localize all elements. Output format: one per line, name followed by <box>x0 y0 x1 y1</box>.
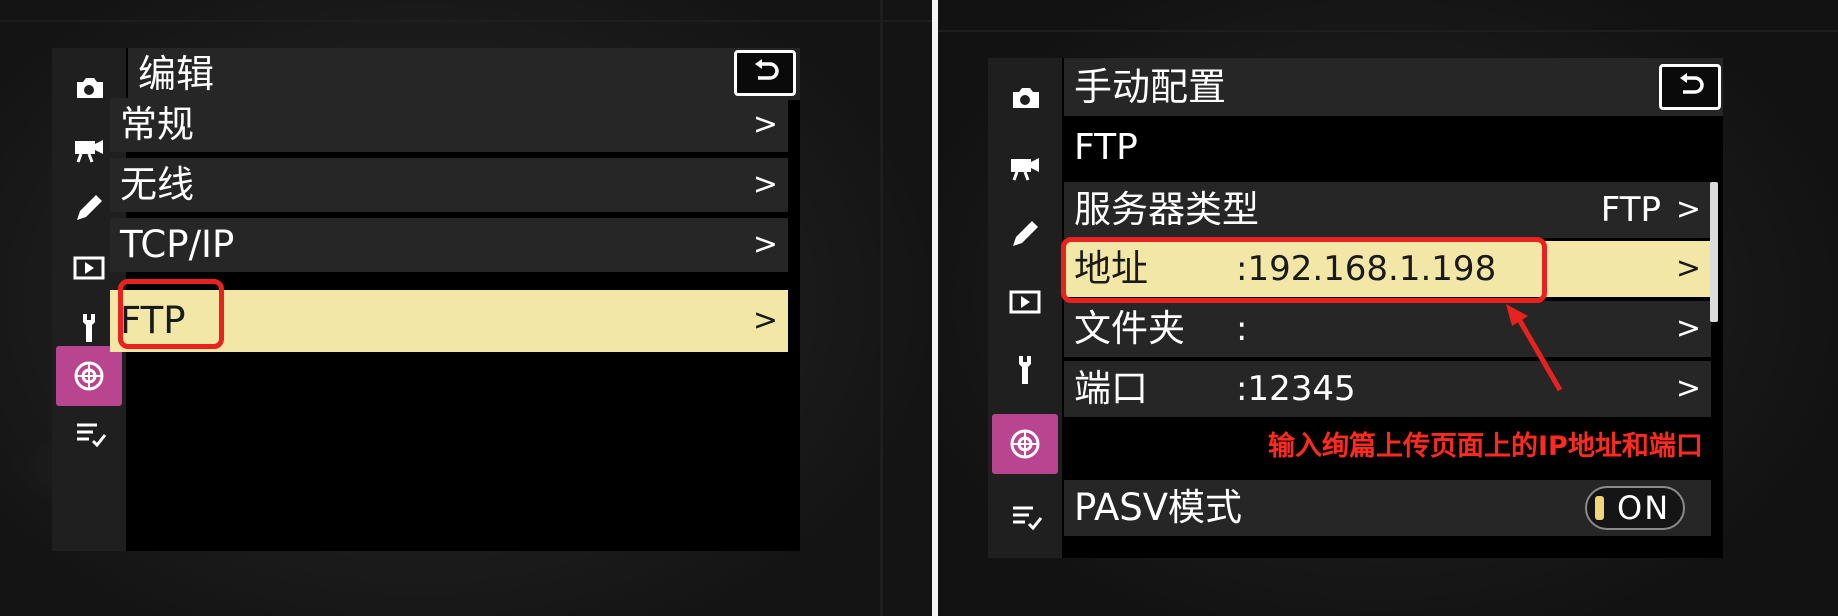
highlight-box-address <box>1061 237 1547 303</box>
chevron-right-icon: > <box>1675 192 1701 227</box>
movie-camera-icon[interactable] <box>992 136 1058 196</box>
camera-icon[interactable] <box>992 68 1058 128</box>
title-bar: 手动配置 <box>1064 58 1723 116</box>
highlight-box-ftp <box>118 279 224 349</box>
back-button[interactable] <box>734 50 796 96</box>
chevron-right-icon: > <box>1675 371 1701 406</box>
bezel-edge <box>938 30 1838 32</box>
bezel-edge <box>880 0 883 616</box>
network-icon[interactable] <box>56 346 122 406</box>
chevron-right-icon: > <box>752 227 778 262</box>
page-title: 手动配置 <box>1074 65 1227 109</box>
pasv-toggle[interactable]: ON <box>1585 486 1685 530</box>
left-camera-photo: 编辑 常规 > 无线 > TCP/IP > FTP > <box>0 0 932 616</box>
return-icon <box>755 59 779 80</box>
camera-menu-screen: 手动配置 FTP 服务器类型 FTP > 地址 :192.168.1.198 >… <box>988 58 1723 558</box>
annotation-text: 输入绚篇上传页面上的IP地址和端口 <box>1268 431 1703 462</box>
return-icon <box>1680 73 1704 94</box>
setting-pasv-mode[interactable]: PASV模式 ON <box>1064 480 1711 536</box>
back-button[interactable] <box>1659 64 1721 110</box>
chevron-right-icon: > <box>752 107 778 142</box>
wrench-icon[interactable] <box>992 340 1058 400</box>
setting-folder[interactable]: 文件夹 : > <box>1064 301 1711 357</box>
pencil-icon[interactable] <box>992 204 1058 264</box>
menu-sidebar <box>988 58 1062 558</box>
my-menu-icon[interactable] <box>56 403 122 463</box>
menu-item-tcpip[interactable]: TCP/IP > <box>110 218 788 272</box>
my-menu-icon[interactable] <box>992 486 1058 546</box>
annotation-arrow-icon <box>1506 304 1563 392</box>
page-title: 编辑 <box>138 52 215 96</box>
chevron-right-icon: > <box>752 303 778 338</box>
scrollbar[interactable] <box>1710 182 1718 322</box>
setting-server-type[interactable]: 服务器类型 FTP > <box>1064 182 1711 238</box>
menu-item-general[interactable]: 常规 > <box>110 98 788 152</box>
title-bar: 编辑 <box>128 48 800 100</box>
bezel-edge <box>0 20 932 22</box>
section-subtitle: FTP <box>1074 127 1138 168</box>
toggle-knob <box>1595 496 1604 520</box>
setting-port[interactable]: 端口 :12345 > <box>1064 361 1711 417</box>
menu-item-wireless[interactable]: 无线 > <box>110 158 788 212</box>
network-icon[interactable] <box>992 414 1058 474</box>
chevron-right-icon: > <box>1675 251 1701 286</box>
right-camera-photo: 手动配置 FTP 服务器类型 FTP > 地址 :192.168.1.198 >… <box>938 0 1838 616</box>
playback-icon[interactable] <box>992 272 1058 332</box>
chevron-right-icon: > <box>1675 311 1701 346</box>
chevron-right-icon: > <box>752 167 778 202</box>
